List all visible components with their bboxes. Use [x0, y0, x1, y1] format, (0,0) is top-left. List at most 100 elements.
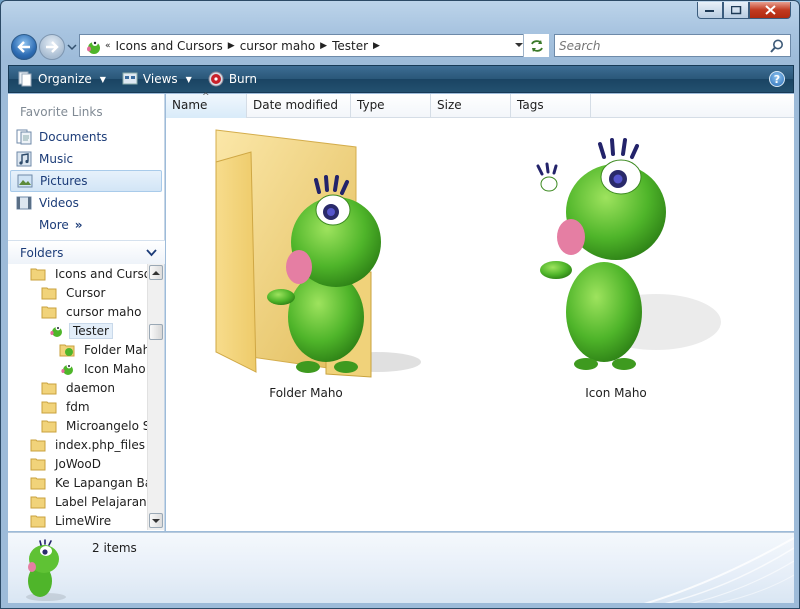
tree-item[interactable]: fdm: [41, 397, 94, 416]
favorite-pictures[interactable]: Pictures: [10, 170, 162, 192]
recent-pages-dropdown[interactable]: [67, 42, 77, 52]
address-bar[interactable]: « Icons and Cursors ▶ cursor maho ▶ Test…: [79, 34, 549, 57]
tree-item-label: Ke Lapangan Bant: [55, 475, 147, 490]
tree-item[interactable]: Icon Maho: [59, 359, 147, 378]
breadcrumb-overflow[interactable]: «: [103, 41, 113, 51]
tree-item-label: JoWooD: [55, 456, 101, 471]
tree-item[interactable]: index.php_files: [30, 435, 147, 454]
forward-arrow-icon: [46, 41, 59, 53]
column-date-modified[interactable]: Date modified: [247, 94, 351, 118]
tree-item-label: Icon Maho: [84, 361, 146, 376]
crumb-cursor-maho[interactable]: cursor maho: [237, 39, 318, 53]
tree-item-label: LimeWire: [55, 513, 112, 528]
character-icon: [50, 325, 62, 337]
favorite-documents[interactable]: Documents: [10, 126, 162, 148]
navigation-pane: Favorite Links Documents Music Pictures …: [8, 94, 165, 531]
pictures-icon: [17, 174, 33, 188]
tree-item-label: index.php_files: [55, 437, 146, 452]
favorite-label: Videos: [39, 196, 79, 210]
close-button[interactable]: [749, 2, 791, 19]
back-button[interactable]: [11, 34, 37, 60]
explorer-window: « Icons and Cursors ▶ cursor maho ▶ Test…: [0, 0, 800, 609]
refresh-button[interactable]: [523, 34, 549, 57]
tree-item[interactable]: daemon: [41, 378, 119, 397]
tree-item[interactable]: Icons and Cursors: [30, 264, 147, 283]
tree-item-label: cursor maho: [66, 304, 142, 319]
tree-item-selected[interactable]: Tester: [48, 321, 113, 340]
column-name[interactable]: ^ Name: [166, 92, 247, 118]
help-icon[interactable]: ?: [769, 71, 785, 87]
chevron-right-icon[interactable]: ▶: [226, 41, 237, 51]
caption-buttons: [697, 2, 791, 19]
sort-ascending-icon: ^: [202, 92, 210, 102]
column-label: Type: [357, 98, 385, 112]
favorite-links-header: Favorite Links: [20, 105, 103, 119]
folder-icon: [41, 420, 57, 433]
folder-with-character-icon: [215, 129, 421, 378]
search-box[interactable]: [554, 34, 791, 57]
favorite-more[interactable]: More »: [10, 214, 162, 236]
folder-icon: [41, 382, 57, 395]
column-type[interactable]: Type: [351, 94, 431, 118]
tree-item[interactable]: JoWooD: [30, 454, 105, 473]
chevron-right-icon[interactable]: ▶: [318, 41, 329, 51]
file-item-label: Icon Maho: [585, 386, 647, 400]
tree-item[interactable]: Ke Lapangan Bant: [30, 473, 147, 492]
tree-item[interactable]: cursor maho: [41, 302, 145, 321]
tree-item[interactable]: LimeWire: [30, 511, 115, 529]
tree-item-label: Tester: [69, 322, 113, 339]
file-list: ^ Name Date modified Type Size Tags Fold…: [166, 92, 794, 531]
command-bar: Organize ▼ Views ▼ Burn ?: [8, 65, 794, 93]
search-input[interactable]: [559, 36, 759, 55]
tree-item-label: Microangelo Sar: [66, 418, 147, 433]
tree-item-label: Icons and Cursors: [55, 266, 147, 281]
organize-button[interactable]: Organize ▼: [9, 66, 114, 92]
close-icon: [764, 5, 776, 15]
favorite-label: Music: [39, 152, 74, 166]
folder-icon: [30, 458, 46, 471]
forward-button[interactable]: [39, 34, 65, 60]
tree-item[interactable]: Cursor: [41, 283, 109, 302]
column-size[interactable]: Size: [431, 94, 511, 118]
minimize-icon: [705, 10, 714, 12]
character-icon: [536, 138, 721, 370]
documents-icon: [16, 129, 32, 145]
tree-item[interactable]: Label Pelajaran: [30, 492, 147, 511]
folder-icon: [30, 515, 46, 528]
file-item-folder-maho[interactable]: Folder Maho: [176, 122, 436, 412]
column-label: Size: [437, 98, 462, 112]
chevron-down-icon: [152, 518, 160, 523]
scroll-thumb[interactable]: [149, 324, 163, 340]
file-item-icon-maho[interactable]: Icon Maho: [486, 122, 746, 412]
folders-label: Folders: [20, 245, 64, 260]
favorite-label: More: [39, 218, 69, 232]
favorite-music[interactable]: Music: [10, 148, 162, 170]
column-tags[interactable]: Tags: [511, 94, 591, 118]
crumb-icons-and-cursors[interactable]: Icons and Cursors: [113, 39, 226, 53]
favorite-videos[interactable]: Videos: [10, 192, 162, 214]
folders-header[interactable]: Folders: [8, 240, 165, 264]
breadcrumb: « Icons and Cursors ▶ cursor maho ▶ Test…: [103, 39, 382, 53]
tree-item[interactable]: Microangelo Sar: [41, 416, 147, 435]
chevron-right-icon[interactable]: ▶: [371, 41, 382, 51]
tree-item-label: Cursor: [66, 285, 106, 300]
tree-item[interactable]: Folder Maho: [59, 340, 147, 359]
folder-icon: [30, 268, 46, 281]
views-button[interactable]: Views ▼: [114, 66, 200, 92]
chevron-down-icon: ▼: [99, 74, 106, 84]
character-icon: [26, 539, 66, 601]
file-item-label: Folder Maho: [269, 386, 343, 400]
maximize-button[interactable]: [723, 2, 749, 19]
favorite-label: Documents: [39, 130, 108, 144]
tree-scrollbar[interactable]: [147, 264, 164, 530]
folder-icon: [41, 306, 57, 319]
views-label: Views: [142, 72, 178, 86]
back-arrow-icon: [17, 41, 30, 53]
tree-item-label: fdm: [66, 399, 90, 414]
search-icon[interactable]: [770, 39, 784, 53]
crumb-tester[interactable]: Tester: [329, 39, 371, 53]
scroll-up-button[interactable]: [149, 265, 163, 280]
minimize-button[interactable]: [697, 2, 723, 19]
burn-button[interactable]: Burn: [200, 66, 265, 92]
scroll-down-button[interactable]: [149, 513, 163, 528]
